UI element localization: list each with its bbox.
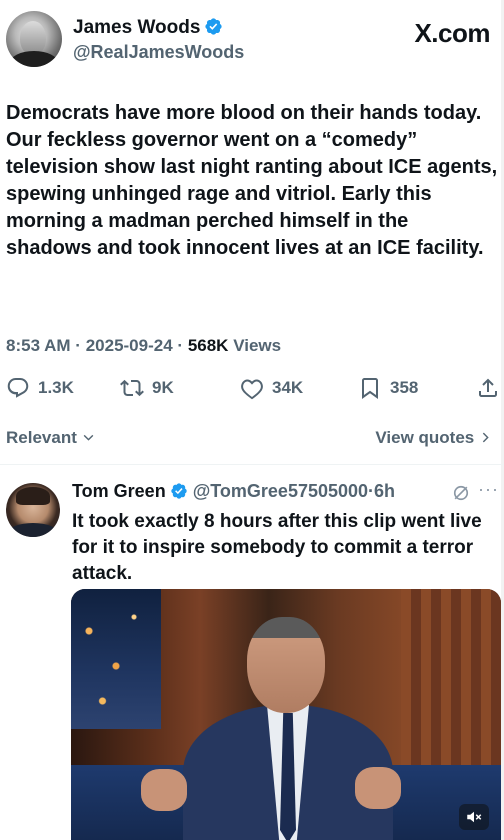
- avatar-shirt: [8, 523, 58, 537]
- author-handle[interactable]: @RealJamesWoods: [73, 42, 244, 63]
- view-quotes-label: View quotes: [375, 428, 475, 447]
- chevron-right-icon: [482, 432, 489, 443]
- chevron-down-icon: [83, 434, 93, 441]
- sort-label: Relevant: [6, 428, 77, 447]
- views-count: 568K: [187, 336, 229, 355]
- main-tweet-header: James Woods @RealJamesWoods X.com: [0, 0, 504, 78]
- tweet-time[interactable]: 8:53 AM: [6, 336, 71, 355]
- more-options-button[interactable]: ···: [478, 479, 499, 500]
- heart-icon: [241, 379, 263, 400]
- avatar-coat: [10, 51, 58, 67]
- repost-icon: [120, 379, 144, 397]
- meta-separator: ·: [177, 336, 184, 355]
- author-name[interactable]: James Woods: [73, 17, 223, 39]
- author-name-text: James Woods: [73, 17, 201, 38]
- repost-count: 9K: [152, 378, 174, 397]
- x-logo[interactable]: X.com: [414, 18, 490, 49]
- tweet-text: Democrats have more blood on their hands…: [6, 102, 498, 259]
- replies-filter-row: Relevant View quotes: [0, 424, 504, 452]
- reply-icon: [7, 378, 29, 398]
- reply-age[interactable]: 6h: [374, 481, 395, 501]
- share-button[interactable]: [476, 372, 500, 404]
- meta-separator: ·: [75, 336, 81, 355]
- verified-badge-icon: [205, 18, 223, 35]
- author-avatar[interactable]: [6, 11, 62, 67]
- bookmark-count: 358: [390, 378, 419, 397]
- video-person-hand: [355, 767, 401, 809]
- tweet-meta: 8:53 AM · 2025-09-24 · 568K Views: [6, 336, 281, 356]
- like-count: 34K: [272, 378, 304, 397]
- verified-badge-icon: [171, 483, 187, 499]
- mute-icon: [467, 811, 482, 823]
- reply-button[interactable]: 1.3K: [6, 372, 74, 404]
- tweet-date[interactable]: 2025-09-24: [86, 336, 173, 355]
- video-background-skyline: [71, 589, 161, 729]
- bookmark-button[interactable]: 358: [358, 372, 418, 404]
- views-label: Views: [233, 336, 282, 355]
- tweet-actions: 1.3K 9K 34K 358: [0, 372, 504, 404]
- video-player[interactable]: [71, 589, 501, 840]
- grok-icon[interactable]: [451, 483, 471, 503]
- share-icon: [479, 378, 497, 397]
- reply-author-avatar[interactable]: [6, 483, 60, 537]
- view-quotes-link[interactable]: View quotes: [375, 428, 492, 448]
- divider: [0, 464, 504, 465]
- video-person-head: [247, 617, 325, 713]
- reply-author-name[interactable]: Tom Green: [72, 481, 166, 501]
- reply-text: It took exactly 8 hours after this clip …: [72, 511, 482, 584]
- video-person-hand: [141, 769, 187, 811]
- repost-button[interactable]: 9K: [120, 372, 174, 404]
- sort-replies-dropdown[interactable]: Relevant: [6, 428, 95, 448]
- mute-button[interactable]: [459, 804, 489, 830]
- avatar-hair: [16, 487, 50, 505]
- reply-count: 1.3K: [38, 378, 74, 397]
- reply-author-handle[interactable]: @TomGree57505000: [193, 481, 368, 501]
- avatar-face: [20, 21, 46, 55]
- reply-header: Tom Green @TomGree57505000·6h ···: [72, 479, 500, 505]
- like-button[interactable]: 34K: [240, 372, 303, 404]
- bookmark-icon: [362, 378, 378, 399]
